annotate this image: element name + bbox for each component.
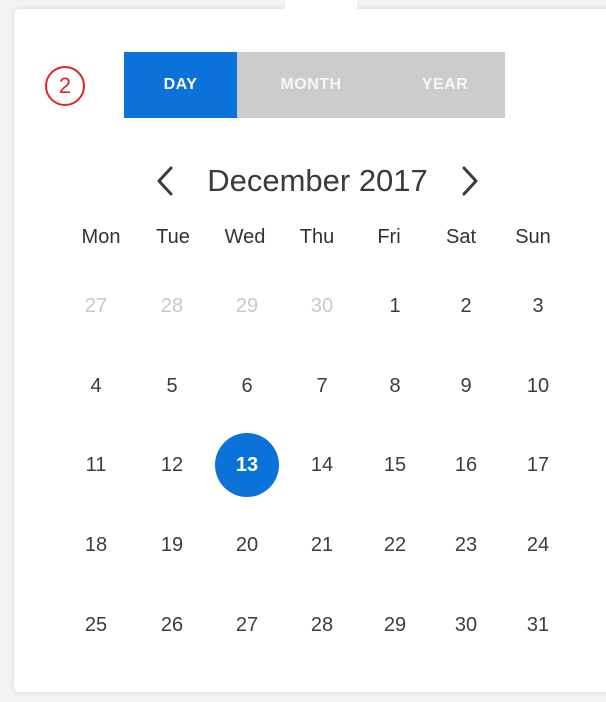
chevron-left-icon xyxy=(157,166,173,196)
previous-month-button[interactable] xyxy=(145,156,185,206)
day-cell[interactable]: 30 xyxy=(434,593,498,657)
weekday-fri: Fri xyxy=(377,226,401,248)
day-cell[interactable]: 28 xyxy=(140,274,204,338)
day-cell[interactable]: 5 xyxy=(140,354,204,418)
weekday-mon: Mon xyxy=(81,226,121,248)
day-cell[interactable]: 8 xyxy=(363,354,427,418)
day-cell[interactable]: 17 xyxy=(506,433,570,497)
day-cell[interactable]: 27 xyxy=(64,274,128,338)
year-view-button[interactable]: YEAR xyxy=(385,52,505,118)
day-cell[interactable]: 31 xyxy=(506,593,570,657)
day-cell[interactable]: 26 xyxy=(140,593,204,657)
day-cell[interactable]: 27 xyxy=(215,593,279,657)
day-cell[interactable]: 25 xyxy=(64,593,128,657)
day-cell[interactable]: 1 xyxy=(363,274,427,338)
day-cell[interactable]: 9 xyxy=(434,354,498,418)
day-cell[interactable]: 4 xyxy=(64,354,128,418)
weekday-sat: Sat xyxy=(445,226,477,248)
day-cell[interactable]: 6 xyxy=(215,354,279,418)
day-cell[interactable]: 15 xyxy=(363,433,427,497)
day-cell[interactable]: 29 xyxy=(363,593,427,657)
day-cell[interactable]: 11 xyxy=(64,433,128,497)
day-cell[interactable]: 21 xyxy=(290,513,354,577)
day-cell[interactable]: 22 xyxy=(363,513,427,577)
weekday-wed: Wed xyxy=(224,226,266,248)
day-cell[interactable]: 24 xyxy=(506,513,570,577)
day-cell[interactable]: 14 xyxy=(290,433,354,497)
step-badge: 2 xyxy=(45,66,85,106)
day-cell[interactable]: 12 xyxy=(140,433,204,497)
weekday-thu: Thu xyxy=(299,226,335,248)
day-cell[interactable]: 18 xyxy=(64,513,128,577)
popover-caret xyxy=(285,0,357,10)
day-cell[interactable]: 16 xyxy=(434,433,498,497)
day-view-button[interactable]: DAY xyxy=(124,52,237,118)
day-cell[interactable]: 3 xyxy=(506,274,570,338)
day-cell[interactable]: 19 xyxy=(140,513,204,577)
next-month-button[interactable] xyxy=(450,156,490,206)
day-cell[interactable]: 28 xyxy=(290,593,354,657)
day-cell[interactable]: 20 xyxy=(215,513,279,577)
day-cell[interactable]: 29 xyxy=(215,274,279,338)
month-view-button[interactable]: MONTH xyxy=(237,52,385,118)
weekday-tue: Tue xyxy=(156,226,190,248)
month-year-title: December 2017 xyxy=(207,163,428,198)
day-cell[interactable]: 7 xyxy=(290,354,354,418)
view-switcher: DAY MONTH YEAR xyxy=(124,52,505,118)
calendar-stage: 2 DAY MONTH YEAR December 2017 Mon Tue W… xyxy=(0,0,606,702)
selected-day-cell[interactable]: 13 xyxy=(215,433,279,497)
chevron-right-icon xyxy=(462,166,478,196)
day-cell[interactable]: 30 xyxy=(290,274,354,338)
day-cell[interactable]: 10 xyxy=(506,354,570,418)
weekday-sun: Sun xyxy=(515,226,551,248)
day-cell[interactable]: 23 xyxy=(434,513,498,577)
day-cell[interactable]: 2 xyxy=(434,274,498,338)
